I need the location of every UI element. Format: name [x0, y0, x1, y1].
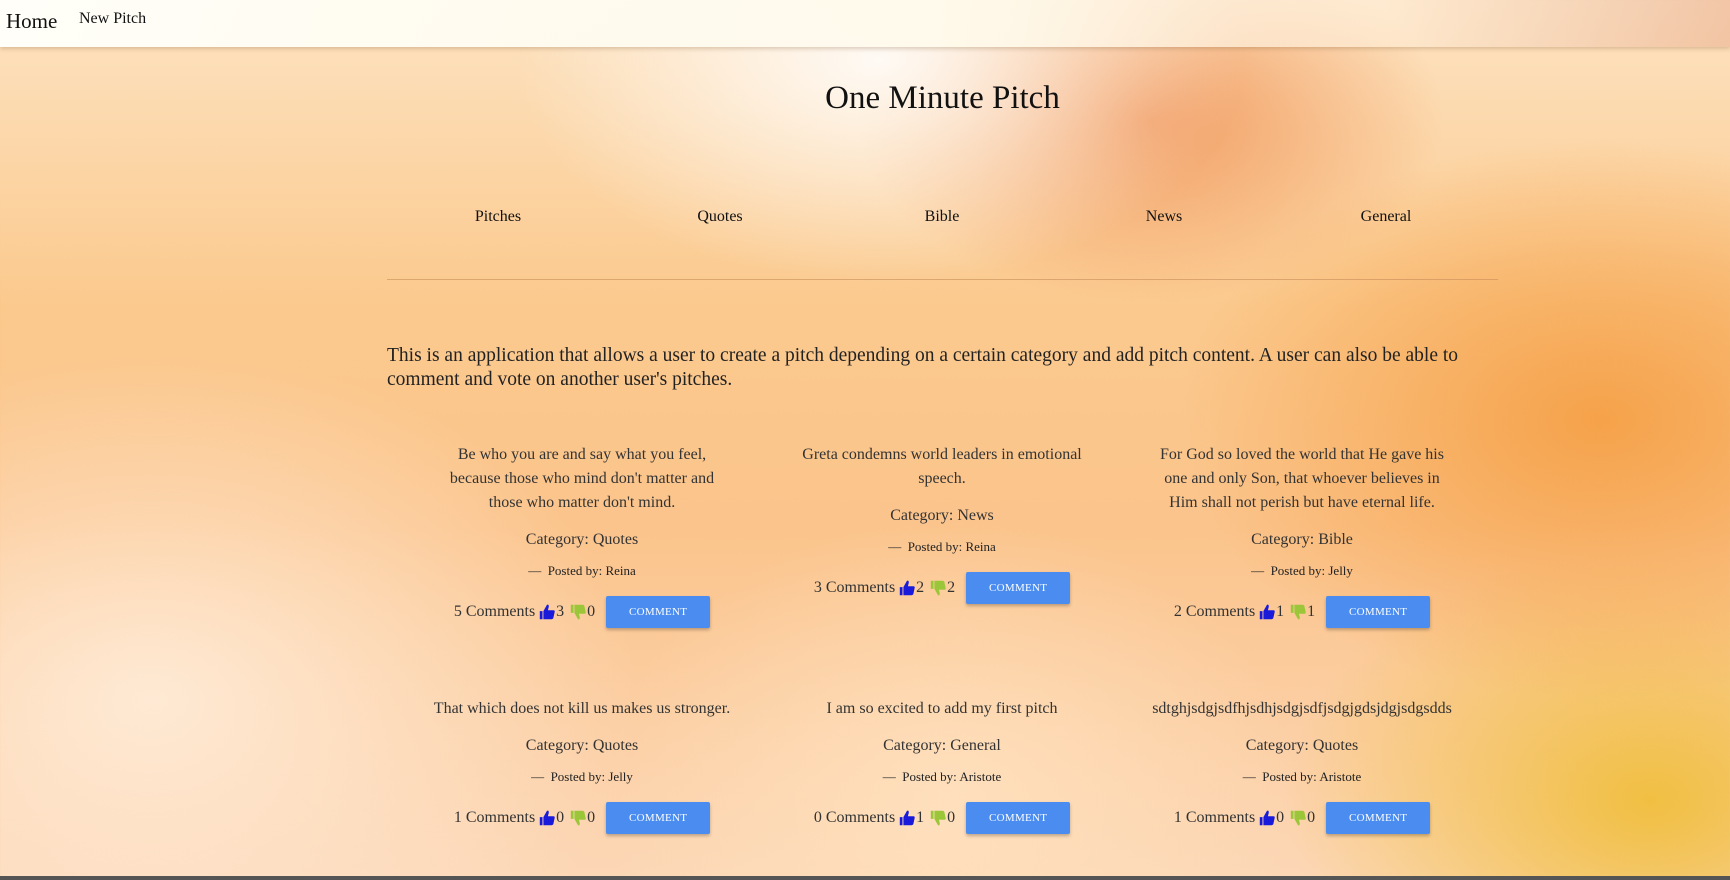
- pitch-category: Category: General: [883, 737, 1001, 754]
- pitch-content: Be who you are and say what you feel, be…: [449, 446, 715, 511]
- new-pitch-link[interactable]: New Pitch: [79, 10, 146, 28]
- category-link-general[interactable]: General: [1275, 208, 1497, 226]
- thumbs-down-icon[interactable]: [569, 602, 587, 622]
- pitch-card: For God so loved the world that He gave …: [1152, 443, 1452, 628]
- pitch-category: Category: Quotes: [525, 531, 639, 548]
- pitch-card: sdtghjsdgjsdfhjsdhjsdgjsdfjsdgjgdsjdgjsd…: [1152, 697, 1452, 834]
- category-link-quotes[interactable]: Quotes: [609, 208, 831, 226]
- thumbs-down-icon[interactable]: [1289, 808, 1307, 828]
- bottom-edge: [0, 876, 1730, 880]
- downvote-count: 2: [947, 579, 956, 596]
- comment-button[interactable]: COMMENT: [966, 572, 1071, 604]
- page-title: One Minute Pitch: [825, 80, 1060, 116]
- pitch-category: Category: Quotes: [1245, 737, 1359, 754]
- comments-count: 0 Comments: [813, 809, 896, 826]
- pitch-card: Be who you are and say what you feel, be…: [432, 443, 732, 628]
- pitch-content: I am so excited to add my first pitch: [826, 700, 1058, 717]
- comment-button[interactable]: COMMENT: [1326, 596, 1431, 628]
- pitch-actions: 0 Comments 1 0 COMMENT: [792, 802, 1092, 834]
- pitch-content: Greta condemns world leaders in emotiona…: [802, 446, 1082, 487]
- upvote-count: 1: [916, 809, 925, 826]
- pitch-actions: 5 Comments 3 0 COMMENT: [432, 596, 732, 628]
- comment-button[interactable]: COMMENT: [606, 596, 711, 628]
- pitch-author-name: Posted by: Aristote: [902, 769, 1002, 784]
- pitch-author: — Posted by: Jelly: [531, 769, 633, 784]
- pitch-author: — Posted by: Reina: [888, 539, 996, 554]
- comments-count: 1 Comments: [453, 809, 536, 826]
- category-link-news[interactable]: News: [1053, 208, 1275, 226]
- thumbs-down-icon[interactable]: [929, 578, 947, 598]
- thumbs-up-icon[interactable]: [538, 602, 556, 622]
- pitch-content: That which does not kill us makes us str…: [433, 700, 731, 717]
- thumbs-up-icon[interactable]: [898, 578, 916, 598]
- thumbs-down-icon[interactable]: [569, 808, 587, 828]
- comment-button[interactable]: COMMENT: [606, 802, 711, 834]
- top-navbar: Home New Pitch: [0, 0, 1730, 47]
- intro-text: This is an application that allows a use…: [387, 345, 1459, 390]
- thumbs-down-icon[interactable]: [929, 808, 947, 828]
- home-link[interactable]: Home: [6, 9, 57, 34]
- upvote-count: 2: [916, 579, 925, 596]
- thumbs-up-icon[interactable]: [1258, 602, 1276, 622]
- pitch-actions: 2 Comments 1 1 COMMENT: [1152, 596, 1452, 628]
- pitch-author-name: Posted by: Reina: [547, 563, 636, 578]
- pitch-card: I am so excited to add my first pitch Ca…: [792, 697, 1092, 834]
- pitch-author-name: Posted by: Aristote: [1262, 769, 1362, 784]
- upvote-count: 1: [1276, 603, 1285, 620]
- downvote-count: 0: [587, 603, 596, 620]
- downvote-count: 0: [947, 809, 956, 826]
- category-link-bible[interactable]: Bible: [831, 208, 1053, 226]
- category-link-pitches[interactable]: Pitches: [387, 208, 609, 226]
- comments-count: 2 Comments: [1173, 603, 1256, 620]
- pitch-author: — Posted by: Reina: [528, 563, 636, 578]
- pitch-category: Category: Bible: [1251, 531, 1353, 548]
- pitch-actions: 3 Comments 2 2 COMMENT: [792, 572, 1092, 604]
- upvote-count: 0: [1276, 809, 1285, 826]
- thumbs-up-icon[interactable]: [1258, 808, 1276, 828]
- category-nav: Pitches Quotes Bible News General: [387, 208, 1497, 226]
- upvote-count: 0: [556, 809, 565, 826]
- pitch-category: Category: News: [890, 507, 994, 524]
- comments-count: 5 Comments: [453, 603, 536, 620]
- pitch-actions: 1 Comments 0 0 COMMENT: [1152, 802, 1452, 834]
- pitch-author-name: Posted by: Jelly: [550, 769, 633, 784]
- pitch-author-name: Posted by: Reina: [907, 539, 996, 554]
- pitch-category: Category: Quotes: [525, 737, 639, 754]
- comment-button[interactable]: COMMENT: [966, 802, 1071, 834]
- pitch-author: — Posted by: Aristote: [1242, 769, 1362, 784]
- thumbs-up-icon[interactable]: [538, 808, 556, 828]
- comment-button[interactable]: COMMENT: [1326, 802, 1431, 834]
- pitch-card: Greta condemns world leaders in emotiona…: [792, 443, 1092, 604]
- pitch-actions: 1 Comments 0 0 COMMENT: [432, 802, 732, 834]
- pitch-card: That which does not kill us makes us str…: [432, 697, 732, 834]
- downvote-count: 1: [1307, 603, 1316, 620]
- downvote-count: 0: [587, 809, 596, 826]
- pitch-content: sdtghjsdgjsdfhjsdhjsdgjsdfjsdgjgdsjdgjsd…: [1152, 700, 1452, 717]
- upvote-count: 3: [556, 603, 565, 620]
- comments-count: 3 Comments: [813, 579, 896, 596]
- pitch-content: For God so loved the world that He gave …: [1160, 446, 1444, 511]
- comments-count: 1 Comments: [1173, 809, 1256, 826]
- divider: [387, 279, 1498, 280]
- pitch-author: — Posted by: Jelly: [1251, 563, 1353, 578]
- thumbs-down-icon[interactable]: [1289, 602, 1307, 622]
- downvote-count: 0: [1307, 809, 1316, 826]
- pitch-author-name: Posted by: Jelly: [1270, 563, 1353, 578]
- pitch-author: — Posted by: Aristote: [882, 769, 1002, 784]
- thumbs-up-icon[interactable]: [898, 808, 916, 828]
